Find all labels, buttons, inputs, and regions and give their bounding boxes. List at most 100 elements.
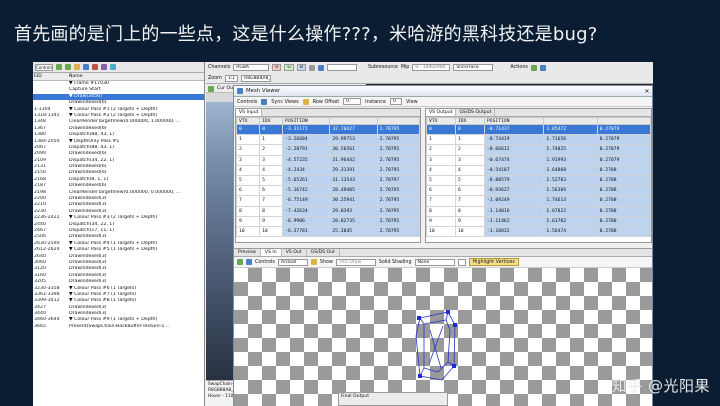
vertex-index-cell: 6 xyxy=(259,185,284,197)
position-cell: 0.2708 xyxy=(596,215,651,227)
tab-vs-out[interactable]: VS Out xyxy=(282,249,307,256)
position-cell: 1.56369 xyxy=(543,185,598,197)
controls-label: Controls xyxy=(237,98,258,105)
position-cell: 28.49405 xyxy=(329,185,378,197)
position-cell: 0.27079 xyxy=(596,123,651,136)
vertex-index-cell: 1 xyxy=(426,134,456,146)
col-name[interactable]: Name xyxy=(69,73,83,80)
vertex-row[interactable]: 6 6 -5.16742 28.49405 2.70795 xyxy=(236,185,420,197)
timeline-icon[interactable] xyxy=(110,64,116,70)
vertex-row[interactable]: 9 9 -1.11462 1.61702 0.2708 xyxy=(426,215,651,227)
sync-views-toggle[interactable]: Sync Views xyxy=(271,99,299,105)
slice-select[interactable]: Slice/Face xyxy=(453,64,494,71)
final-output-panel: Final Output xyxy=(338,392,448,406)
event-row[interactable]: 3665 Present(SwapChain-BackBuffer-Textur… xyxy=(33,324,204,330)
tab-vs-in[interactable]: VS In xyxy=(260,249,282,256)
tab-vs-output[interactable]: VS Output xyxy=(426,109,457,116)
vertex-row[interactable]: 2 2 -2.28791 30.56561 2.70795 xyxy=(236,144,420,156)
channel-b-toggle[interactable]: B xyxy=(296,64,306,71)
column-header[interactable]: IDX xyxy=(454,117,485,125)
reset-camera-icon[interactable] xyxy=(237,259,243,265)
vertex-row[interactable]: 3 3 -0.67474 1.91993 0.27079 xyxy=(426,154,651,166)
vertex-row[interactable]: 8 8 -1.14016 1.67822 0.2708 xyxy=(426,205,651,217)
sync-icon[interactable] xyxy=(261,98,268,105)
mesh-viewer-titlebar[interactable]: Mesh Viewer ✕ xyxy=(234,86,652,97)
position-cell: 1.91993 xyxy=(543,154,598,166)
preview-canvas[interactable] xyxy=(234,268,652,406)
find-icon[interactable] xyxy=(83,64,89,70)
vertex-row[interactable]: 9 9 -6.9906 28.02735 2.70795 xyxy=(236,215,420,227)
position-cell: 2.70795 xyxy=(376,154,420,166)
column-header[interactable] xyxy=(376,117,420,125)
close-icon[interactable]: ✕ xyxy=(642,88,652,95)
vertex-index-cell: 8 xyxy=(454,205,485,217)
column-header[interactable]: IDX xyxy=(259,117,284,125)
position-cell: 2.70795 xyxy=(376,195,420,207)
vertex-row[interactable]: 6 6 -0.93627 1.56369 0.2708 xyxy=(426,185,651,197)
vertex-row[interactable]: 7 7 -6.75149 30.25941 2.70795 xyxy=(236,195,420,207)
vertex-row[interactable]: 5 5 -5.65261 31.13543 2.70797 xyxy=(236,174,420,187)
vertex-index-cell: 5 xyxy=(259,174,284,187)
vertex-row[interactable]: 0 0 -3.31171 32.70427 2.70795 xyxy=(236,123,420,136)
show-select[interactable]: This Draw xyxy=(335,258,376,266)
fit-icon[interactable] xyxy=(246,259,252,265)
position-cell: -7.42634 xyxy=(282,205,331,217)
vertex-row[interactable]: 3 3 -4.57235 31.96442 2.70795 xyxy=(236,154,420,166)
position-cell: -1.14016 xyxy=(483,205,545,217)
camera-select[interactable]: Arcball xyxy=(277,258,308,266)
tab-vs-input[interactable]: VS Input xyxy=(236,109,263,116)
vertex-row[interactable]: 0 0 -0.71437 1.85472 0.27079 xyxy=(426,123,651,136)
alpha-icon[interactable] xyxy=(308,64,315,71)
settings-icon[interactable] xyxy=(310,259,317,265)
vertex-row[interactable]: 8 8 -7.42634 29.0393 2.70795 xyxy=(236,205,420,217)
vertex-row[interactable]: 5 5 -0.88579 1.52763 0.2708 xyxy=(426,174,651,187)
tab-gs-ds-output[interactable]: GS/DS Output xyxy=(456,109,496,116)
vertex-row[interactable]: 4 4 -0.54187 1.64868 0.2708 xyxy=(426,164,651,176)
column-header[interactable] xyxy=(596,117,651,125)
column-header[interactable] xyxy=(329,117,378,125)
shading-select[interactable]: None xyxy=(414,258,455,266)
row-offset-input[interactable]: 0 xyxy=(343,98,362,105)
mip-select[interactable]: 0 - 1440x900 xyxy=(412,64,451,71)
position-cell: 1.61702 xyxy=(543,215,598,227)
forward-arrow-icon[interactable] xyxy=(65,64,71,70)
wireframe-toggle[interactable] xyxy=(457,258,466,266)
vertex-row[interactable]: 4 4 -4.2434 29.31391 2.70795 xyxy=(236,164,420,176)
vertex-row[interactable]: 2 2 -0.66612 1.74825 0.27079 xyxy=(426,144,651,156)
highlight-vertices-toggle[interactable]: Highlight Vertices xyxy=(468,258,519,266)
bookmark-icon[interactable] xyxy=(74,64,80,70)
channels-select[interactable]: RGBA xyxy=(233,64,270,71)
save-icon[interactable] xyxy=(530,64,537,71)
channel-g-toggle[interactable]: G xyxy=(284,64,294,71)
vertex-row[interactable]: 1 1 -3.26684 29.99753 2.70795 xyxy=(236,134,420,146)
position-cell: 2.70795 xyxy=(376,144,420,156)
range-field[interactable] xyxy=(326,64,357,71)
tab-gs-ds-out[interactable]: GS/DS Out xyxy=(307,249,340,256)
column-header[interactable]: VTX xyxy=(426,117,456,125)
settings-icon[interactable] xyxy=(101,64,107,70)
back-arrow-icon[interactable] xyxy=(56,64,62,70)
column-header[interactable]: VTX xyxy=(236,117,261,125)
column-header[interactable]: POSITION xyxy=(282,117,331,125)
format-field[interactable]: R8G8B8A8_SRGB xyxy=(241,75,272,82)
palette-icon[interactable] xyxy=(317,64,324,71)
col-eid[interactable]: EID xyxy=(33,73,69,80)
vertex-index-cell: 5 xyxy=(426,174,456,187)
instance-label: Instance xyxy=(365,98,386,105)
column-header[interactable]: POSITION xyxy=(483,117,545,125)
column-header[interactable] xyxy=(543,117,598,125)
instance-input[interactable]: 0 xyxy=(389,98,402,105)
vertex-row[interactable]: 7 7 -1.09249 1.74613 0.2708 xyxy=(426,195,651,207)
zoom-select[interactable]: 1:1 xyxy=(224,75,239,82)
vertex-row[interactable]: 1 1 -0.74419 1.71656 0.27079 xyxy=(426,134,651,146)
filter-icon[interactable] xyxy=(92,64,98,70)
event-name: Present(SwapChain-BackBuffer-Texture-1..… xyxy=(69,323,169,329)
goto-icon[interactable] xyxy=(539,64,546,71)
vertex-row[interactable]: 10 10 -6.37781 25.3045 2.70795 xyxy=(236,225,420,238)
position-cell: 2.70795 xyxy=(376,164,420,176)
channel-r-toggle[interactable]: R xyxy=(272,64,282,71)
controls-label[interactable]: Controls xyxy=(35,63,53,71)
position-cell: 30.56561 xyxy=(329,144,378,156)
vertex-index-cell: 7 xyxy=(236,195,261,207)
vertex-row[interactable]: 10 10 -1.10832 1.56474 0.2708 xyxy=(426,225,651,238)
